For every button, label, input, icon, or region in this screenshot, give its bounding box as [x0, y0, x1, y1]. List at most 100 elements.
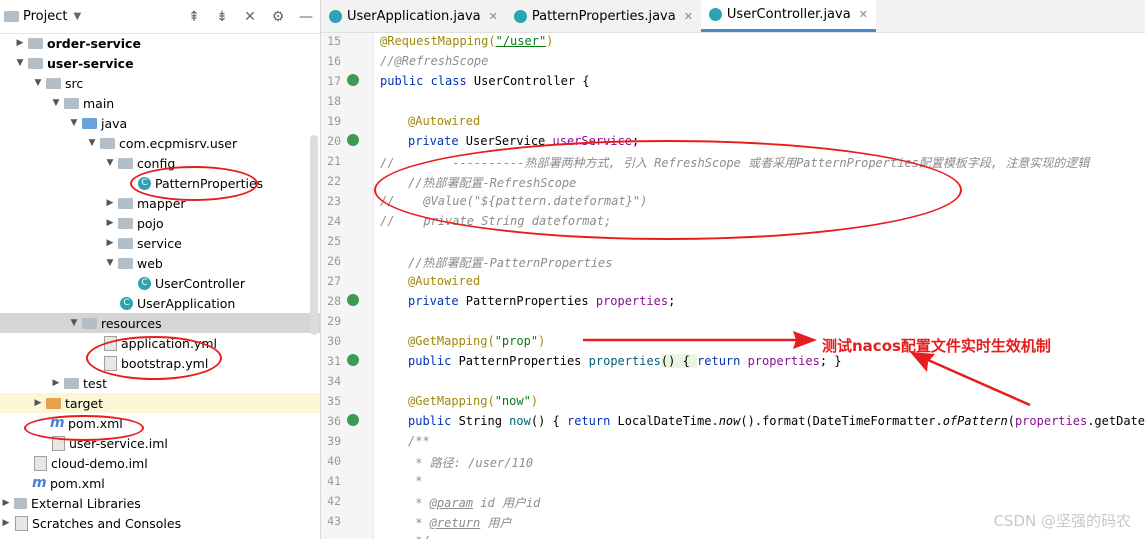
- chevron-right-icon[interactable]: ▶: [50, 378, 62, 388]
- vertical-scrollbar[interactable]: [310, 135, 318, 335]
- code-area[interactable]: @RequestMapping("/user") //@RefreshScope…: [374, 33, 1145, 539]
- tree-item-resources[interactable]: ▼ resources: [0, 313, 320, 333]
- chevron-right-icon[interactable]: ▶: [0, 498, 12, 508]
- punct: ;: [668, 294, 676, 308]
- web-mapping-gutter-icon[interactable]: [347, 354, 359, 366]
- web-mapping-gutter-icon[interactable]: [347, 414, 359, 426]
- tab-patternproperties[interactable]: PatternProperties.java ✕: [506, 0, 701, 32]
- chevron-down-icon[interactable]: ▼: [68, 118, 80, 128]
- chevron-right-icon[interactable]: ▶: [0, 518, 12, 528]
- annotation: ): [546, 34, 554, 48]
- chevron-down-icon[interactable]: ▼: [50, 98, 62, 108]
- chevron-down-icon[interactable]: ▼: [32, 78, 44, 88]
- chevron-right-icon[interactable]: ▶: [104, 218, 116, 228]
- chevron-down-icon[interactable]: ▼: [14, 58, 26, 68]
- keyword: public: [408, 414, 452, 428]
- code-line: // @Value("${pattern.dateformat}"): [380, 194, 648, 208]
- doc-tag: @return: [429, 516, 481, 530]
- tree-item-main[interactable]: ▼ main: [0, 93, 320, 113]
- module-folder-icon: [28, 37, 43, 49]
- annotation: ): [538, 334, 546, 348]
- tree-item-pom-xml[interactable]: m pom.xml: [0, 413, 320, 433]
- package-icon: [118, 237, 133, 249]
- comment: 用户: [480, 516, 512, 530]
- annotation: @GetMapping(: [408, 394, 495, 408]
- project-view-selector[interactable]: Project: [23, 9, 67, 24]
- line-number: 24: [327, 214, 341, 228]
- code-editor: UserApplication.java ✕ PatternProperties…: [321, 0, 1145, 539]
- tree-item-usercontroller[interactable]: C UserController: [0, 273, 320, 293]
- tree-item-test[interactable]: ▶ test: [0, 373, 320, 393]
- chevron-right-icon[interactable]: ▶: [104, 238, 116, 248]
- close-panel-icon[interactable]: ✕: [236, 9, 264, 25]
- tree-item-web[interactable]: ▼ web: [0, 253, 320, 273]
- code-line: public PatternProperties properties() { …: [408, 354, 842, 368]
- tree-item-userapplication[interactable]: C UserApplication: [0, 293, 320, 313]
- chevron-down-icon[interactable]: ▼: [86, 138, 98, 148]
- tree-item-config[interactable]: ▼ config: [0, 153, 320, 173]
- chevron-down-icon[interactable]: ▼: [104, 158, 116, 168]
- package-icon: [118, 157, 133, 169]
- tree-item-user-service[interactable]: ▼ user-service: [0, 53, 320, 73]
- tree-item-bootstrap-yml[interactable]: bootstrap.yml: [0, 353, 320, 373]
- close-icon[interactable]: ✕: [684, 10, 693, 23]
- collapse-all-icon[interactable]: ⇟: [208, 9, 236, 25]
- line-number: 22: [327, 174, 341, 188]
- code-line: //热部署配置-PatternProperties: [408, 256, 613, 270]
- autowired-gutter-icon[interactable]: [347, 134, 359, 146]
- keyword: return: [697, 354, 741, 368]
- package-icon: [100, 137, 115, 149]
- line-number: 19: [327, 114, 341, 128]
- gear-icon[interactable]: ⚙: [264, 9, 292, 25]
- tree-item-user-service-iml[interactable]: user-service.iml: [0, 433, 320, 453]
- line-number: 28: [327, 294, 341, 308]
- chevron-down-icon[interactable]: ▼: [68, 318, 80, 328]
- chevron-right-icon[interactable]: ▶: [32, 398, 44, 408]
- code-line: // private String dateformat;: [380, 214, 612, 228]
- code-line: @Autowired: [408, 114, 481, 128]
- tree-item-package[interactable]: ▼ com.ecpmisrv.user: [0, 133, 320, 153]
- tree-item-pojo[interactable]: ▶ pojo: [0, 213, 320, 233]
- spring-bean-gutter-icon[interactable]: [347, 74, 359, 86]
- tree-item-target[interactable]: ▶ target: [0, 393, 320, 413]
- tree-item-root-pom-xml[interactable]: m pom.xml: [0, 473, 320, 493]
- expand-all-icon[interactable]: ⇞: [180, 9, 208, 25]
- tree-item-mapper[interactable]: ▶ mapper: [0, 193, 320, 213]
- tab-usercontroller[interactable]: UserController.java ✕: [700, 0, 876, 32]
- keyword: private: [408, 134, 459, 148]
- line-number: 21: [327, 154, 341, 168]
- tree-item-cloud-demo-iml[interactable]: cloud-demo.iml: [0, 453, 320, 473]
- close-icon[interactable]: ✕: [859, 8, 868, 21]
- tree-item-service[interactable]: ▶ service: [0, 233, 320, 253]
- code-line: private UserService userService;: [408, 134, 639, 148]
- library-icon: [14, 497, 27, 509]
- tree-item-order-service[interactable]: ▶ order-service: [0, 33, 320, 53]
- tab-userapplication[interactable]: UserApplication.java ✕: [321, 0, 506, 32]
- autowired-gutter-icon[interactable]: [347, 294, 359, 306]
- tree-item-external-libraries[interactable]: ▶ External Libraries: [0, 493, 320, 513]
- method: ofPattern: [942, 414, 1008, 428]
- mapping-path[interactable]: "/user": [496, 34, 547, 48]
- tree-item-patternproperties[interactable]: C PatternProperties: [0, 173, 320, 193]
- tree-item-scratches[interactable]: ▶ Scratches and Consoles: [0, 513, 320, 533]
- type: PatternProperties: [458, 294, 596, 308]
- tree-item-application-yml[interactable]: application.yml: [0, 333, 320, 353]
- close-icon[interactable]: ✕: [489, 10, 498, 23]
- module-folder-icon: [28, 57, 43, 69]
- line-number: 20: [327, 134, 341, 148]
- comment: *: [408, 496, 430, 510]
- line-number: 27: [327, 274, 341, 288]
- line-number: 42: [327, 494, 341, 508]
- tree-item-java[interactable]: ▼ java: [0, 113, 320, 133]
- chevron-right-icon[interactable]: ▶: [14, 38, 26, 48]
- editor-tabs: UserApplication.java ✕ PatternProperties…: [321, 0, 1145, 33]
- chevron-right-icon[interactable]: ▶: [104, 198, 116, 208]
- chevron-down-icon[interactable]: ▼: [73, 11, 81, 22]
- comment: *: [408, 516, 430, 530]
- line-number: 34: [327, 374, 341, 388]
- chevron-down-icon[interactable]: ▼: [104, 258, 116, 268]
- tree-item-src[interactable]: ▼ src: [0, 73, 320, 93]
- hide-panel-icon[interactable]: —: [292, 9, 320, 25]
- line-number: 29: [327, 314, 341, 328]
- string: "prop": [494, 334, 539, 348]
